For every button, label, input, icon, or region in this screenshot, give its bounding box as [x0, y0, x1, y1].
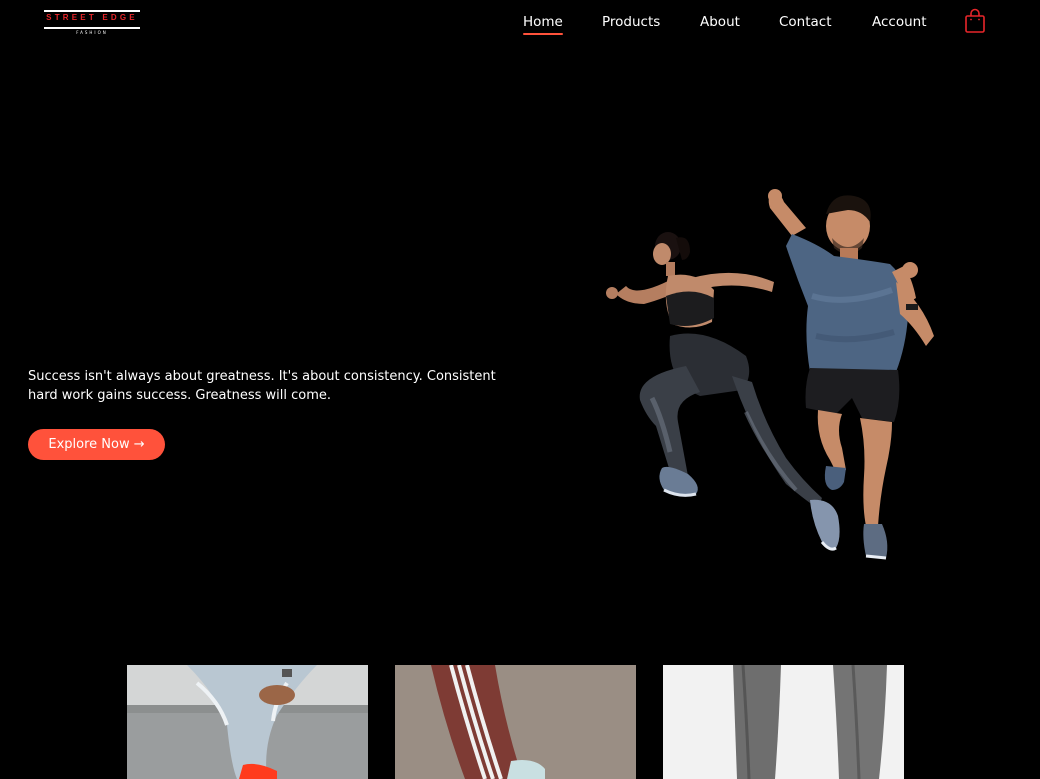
product-image-jeans: [127, 665, 368, 779]
nav-link-about[interactable]: About: [700, 14, 740, 30]
product-card-track-pants[interactable]: [395, 665, 636, 779]
nav-link-home[interactable]: Home: [523, 14, 563, 35]
hero-athletes-image: [606, 189, 934, 560]
shopping-bag-icon[interactable]: [964, 8, 986, 34]
product-card-jeans[interactable]: [127, 665, 368, 779]
nav-link-contact[interactable]: Contact: [779, 14, 832, 30]
nav-link-products[interactable]: Products: [602, 14, 660, 30]
hero-quote: Success isn't always about greatness. It…: [28, 369, 496, 403]
product-card-joggers[interactable]: [663, 665, 904, 779]
logo-bar-top: [44, 10, 140, 12]
nav-link-account[interactable]: Account: [872, 14, 927, 30]
explore-now-button[interactable]: Explore Now →: [28, 429, 165, 460]
product-image-joggers: [663, 665, 904, 779]
male-athlete: [768, 189, 934, 560]
navbar: STREET EDGE FASHION Home Products About …: [0, 0, 1040, 46]
product-image-track-pants: [395, 665, 636, 779]
nav-menu: Home Products About Contact Account: [0, 14, 1040, 36]
